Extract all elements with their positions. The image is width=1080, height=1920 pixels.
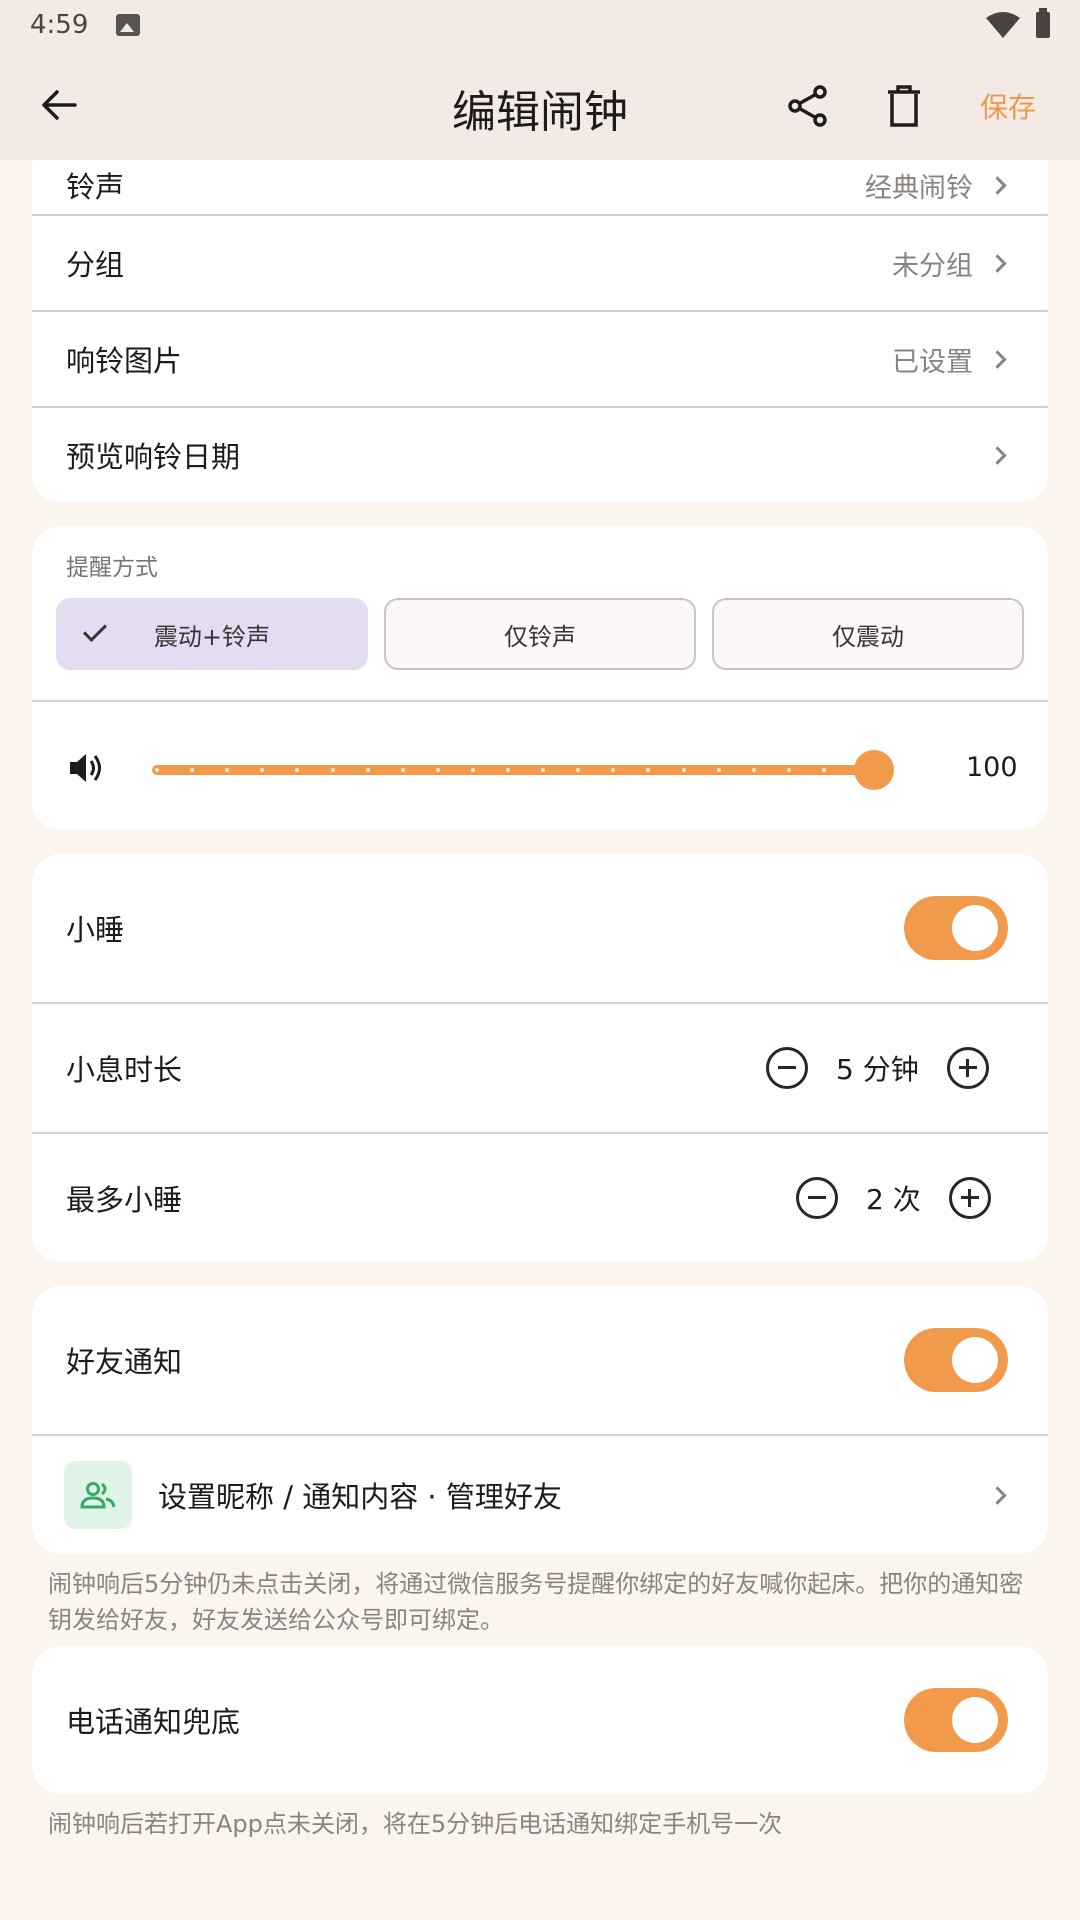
volume-slider-thumb[interactable] (854, 750, 894, 790)
phone-notify-row: 电话通知兜底 (32, 1646, 1048, 1794)
chevron-right-icon (988, 1485, 1007, 1505)
group-value: 未分组 (892, 250, 973, 282)
wifi-icon (986, 12, 1020, 38)
volume-value: 100 (966, 752, 1018, 783)
manage-friends-row[interactable]: 设置昵称 / 通知内容 · 管理好友 (32, 1436, 1048, 1554)
increase-button[interactable] (946, 1047, 989, 1089)
battery-icon (1036, 8, 1050, 38)
ringtone-label: 铃声 (66, 170, 125, 204)
slider-tick (541, 768, 546, 772)
people-icon (80, 1482, 116, 1509)
settings-card: 铃声 经典闹铃 分组 未分组 响铃图片 已设置 预览响铃日期 (32, 100, 1048, 502)
option-label: 震动+铃声 (153, 622, 271, 651)
slider-tick (225, 768, 230, 772)
chevron-right-icon (988, 253, 1007, 273)
friends-icon-badge (64, 1461, 132, 1529)
slider-tick (611, 768, 616, 772)
image-notification-icon (116, 14, 141, 36)
decrease-button[interactable] (766, 1047, 808, 1089)
arrow-back-icon (42, 90, 77, 120)
friend-notify-toggle[interactable] (904, 1328, 1008, 1392)
share-button[interactable] (780, 78, 836, 134)
save-button[interactable]: 保存 (980, 86, 1036, 126)
slider-tick (646, 768, 651, 772)
group-label: 分组 (66, 248, 125, 282)
slider-tick (470, 768, 475, 772)
slider-tick (786, 768, 791, 772)
volume-icon (70, 754, 101, 782)
slider-tick (506, 768, 510, 772)
chevron-right-icon (988, 349, 1007, 369)
max-snooze-label: 最多小睡 (66, 1183, 183, 1217)
increase-button[interactable] (948, 1177, 991, 1219)
ringtone-value: 经典闹铃 (865, 172, 973, 204)
slider-tick (821, 768, 826, 772)
option-vibrate-only[interactable]: 仅震动 (712, 598, 1024, 670)
phone-notify-toggle[interactable] (904, 1688, 1008, 1752)
option-vibrate-and-sound[interactable]: 震动+铃声 (56, 598, 368, 670)
friend-notify-card: 好友通知 设置昵称 / 通知内容 · 管理好友 (32, 1286, 1048, 1554)
decrease-button[interactable] (796, 1177, 838, 1219)
divider (32, 700, 1048, 702)
slider-tick (681, 768, 686, 772)
slider-tick (365, 768, 370, 772)
option-label: 仅铃声 (504, 622, 576, 651)
slider-tick (155, 768, 159, 772)
group-row[interactable]: 分组 未分组 (32, 216, 1048, 310)
toggle-knob (952, 1337, 998, 1383)
reminder-card: 提醒方式 震动+铃声 仅铃声 仅震动 100 (32, 526, 1048, 830)
phone-notify-hint: 闹钟响后若打开App点未关闭，将在5分钟后电话通知绑定手机号一次 (48, 1810, 783, 1838)
slider-tick (576, 768, 581, 772)
max-snooze-stepper: 2 次 (796, 1177, 991, 1219)
back-button[interactable] (32, 78, 86, 132)
slider-tick (260, 768, 265, 772)
slider-tick (295, 768, 300, 772)
snooze-card: 小睡 小息时长 5 分钟 最多小睡 2 次 (32, 854, 1048, 1262)
preview-dates-label: 预览响铃日期 (66, 440, 241, 474)
manage-friends-label: 设置昵称 / 通知内容 · 管理好友 (158, 1480, 562, 1514)
slider-tick (435, 768, 440, 772)
chevron-right-icon (988, 175, 1007, 195)
max-snooze-value: 2 次 (866, 1183, 921, 1216)
chevron-right-icon (988, 445, 1007, 465)
volume-slider[interactable] (152, 765, 890, 775)
slider-tick (716, 768, 721, 772)
trash-icon (888, 85, 920, 127)
snooze-label: 小睡 (66, 913, 125, 947)
delete-button[interactable] (876, 78, 932, 134)
status-bar: 4:59 (0, 0, 1080, 50)
snooze-duration-label: 小息时长 (66, 1053, 183, 1087)
toggle-knob (952, 1697, 998, 1743)
preview-dates-row[interactable]: 预览响铃日期 (32, 408, 1048, 502)
reminder-title: 提醒方式 (66, 555, 158, 581)
snooze-row: 小睡 (32, 854, 1048, 1002)
app-bar: 编辑闹钟 保存 (0, 50, 1080, 160)
friend-notify-row: 好友通知 (32, 1286, 1048, 1434)
ring-image-row[interactable]: 响铃图片 已设置 (32, 312, 1048, 406)
phone-notify-card: 电话通知兜底 (32, 1646, 1048, 1794)
friend-notify-hint: 闹钟响后5分钟仍未点击关闭，将通过微信服务号提醒你绑定的好友喊你起床。把你的通知… (48, 1570, 1024, 1634)
slider-tick (400, 768, 405, 772)
slider-tick (190, 768, 195, 772)
ring-image-label: 响铃图片 (66, 344, 183, 378)
check-icon (82, 617, 108, 643)
phone-notify-label: 电话通知兜底 (66, 1705, 241, 1739)
slider-tick (751, 768, 756, 772)
friend-notify-label: 好友通知 (66, 1345, 183, 1379)
option-label: 仅震动 (832, 622, 904, 651)
share-icon (788, 85, 827, 127)
option-sound-only[interactable]: 仅铃声 (384, 598, 696, 670)
slider-tick (330, 768, 335, 772)
snooze-duration-value: 5 分钟 (836, 1053, 919, 1086)
status-time: 4:59 (30, 10, 89, 40)
snooze-duration-stepper: 5 分钟 (766, 1047, 989, 1089)
toggle-knob (952, 905, 998, 951)
snooze-toggle[interactable] (904, 896, 1008, 960)
ring-image-value: 已设置 (892, 346, 973, 378)
